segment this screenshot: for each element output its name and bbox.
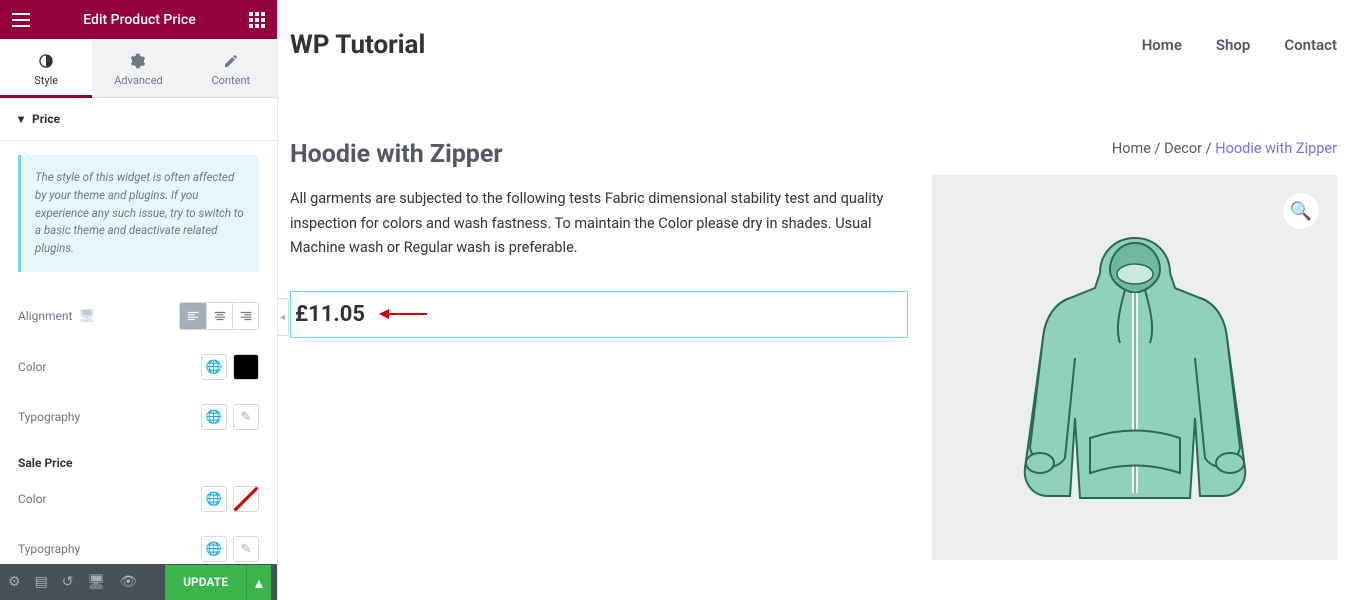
typography-edit-button[interactable]: ✎ [233,404,259,430]
nav-shop[interactable]: Shop [1216,36,1250,54]
update-button[interactable]: UPDATE [165,565,246,600]
annotation-arrow-icon [379,307,427,321]
nav-home[interactable]: Home [1142,36,1182,54]
typography-global-button[interactable]: 🌐 [201,404,227,430]
breadcrumb-decor[interactable]: Decor [1164,140,1202,157]
section-title: Price [32,112,60,126]
product-description: All garments are subjected to the follow… [290,187,890,261]
breadcrumb-home[interactable]: Home [1112,140,1151,157]
breadcrumb: Home / Decor / Hoodie with Zipper [932,140,1337,157]
product-price: £11.05 [295,302,365,327]
align-right-button[interactable] [232,303,258,329]
product-title: Hoodie with Zipper [290,140,908,169]
alignment-control [179,302,259,330]
tab-label: Advanced [114,74,162,87]
align-left-button[interactable] [180,303,206,329]
color-label: Color [18,360,46,374]
color-global-button[interactable]: 🌐 [201,354,227,380]
preview-icon[interactable]: 👁 [119,572,137,592]
breadcrumb-current: Hoodie with Zipper [1215,140,1337,157]
panel-title: Edit Product Price [30,12,249,28]
settings-icon[interactable]: ⚙ [8,572,21,592]
sale-price-subheader: Sale Price [18,442,259,474]
product-price-widget[interactable]: £11.05 [290,291,908,338]
navigator-icon[interactable]: ▤ [35,572,48,592]
collapse-panel-button[interactable]: ◂ [278,298,289,336]
zoom-icon[interactable]: 🔍 [1283,193,1319,229]
site-brand: WP Tutorial [290,30,425,60]
align-center-button[interactable] [206,303,232,329]
style-notice: The style of this widget is often affect… [18,155,259,272]
history-icon[interactable]: ↺ [62,572,74,592]
alignment-label: Alignment🖥 [18,309,95,324]
update-caret-button[interactable]: ▴ [246,565,271,600]
sale-typography-edit-button[interactable]: ✎ [233,536,259,562]
section-price-header[interactable]: ▾ Price [0,98,277,141]
sale-color-global-button[interactable]: 🌐 [201,486,227,512]
sale-typography-global-button[interactable]: 🌐 [201,536,227,562]
hoodie-illustration [985,218,1285,518]
device-icon[interactable]: 🖥 [78,309,95,324]
tab-label: Content [212,74,251,87]
sale-color-swatch[interactable] [233,486,259,512]
color-swatch[interactable] [233,354,259,380]
tab-label: Style [34,74,58,87]
apps-icon[interactable] [249,12,265,28]
sale-typography-label: Typography [18,542,80,556]
product-image: 🔍 [932,175,1337,560]
responsive-icon[interactable]: 🖥 [88,572,106,592]
menu-icon[interactable] [12,13,30,27]
tab-content[interactable]: Content [185,39,277,97]
typography-label: Typography [18,410,80,424]
sale-color-label: Color [18,492,46,506]
tab-style[interactable]: Style [0,39,92,97]
tab-advanced[interactable]: Advanced [92,39,184,97]
nav-contact[interactable]: Contact [1284,36,1337,54]
caret-down-icon: ▾ [18,112,24,126]
